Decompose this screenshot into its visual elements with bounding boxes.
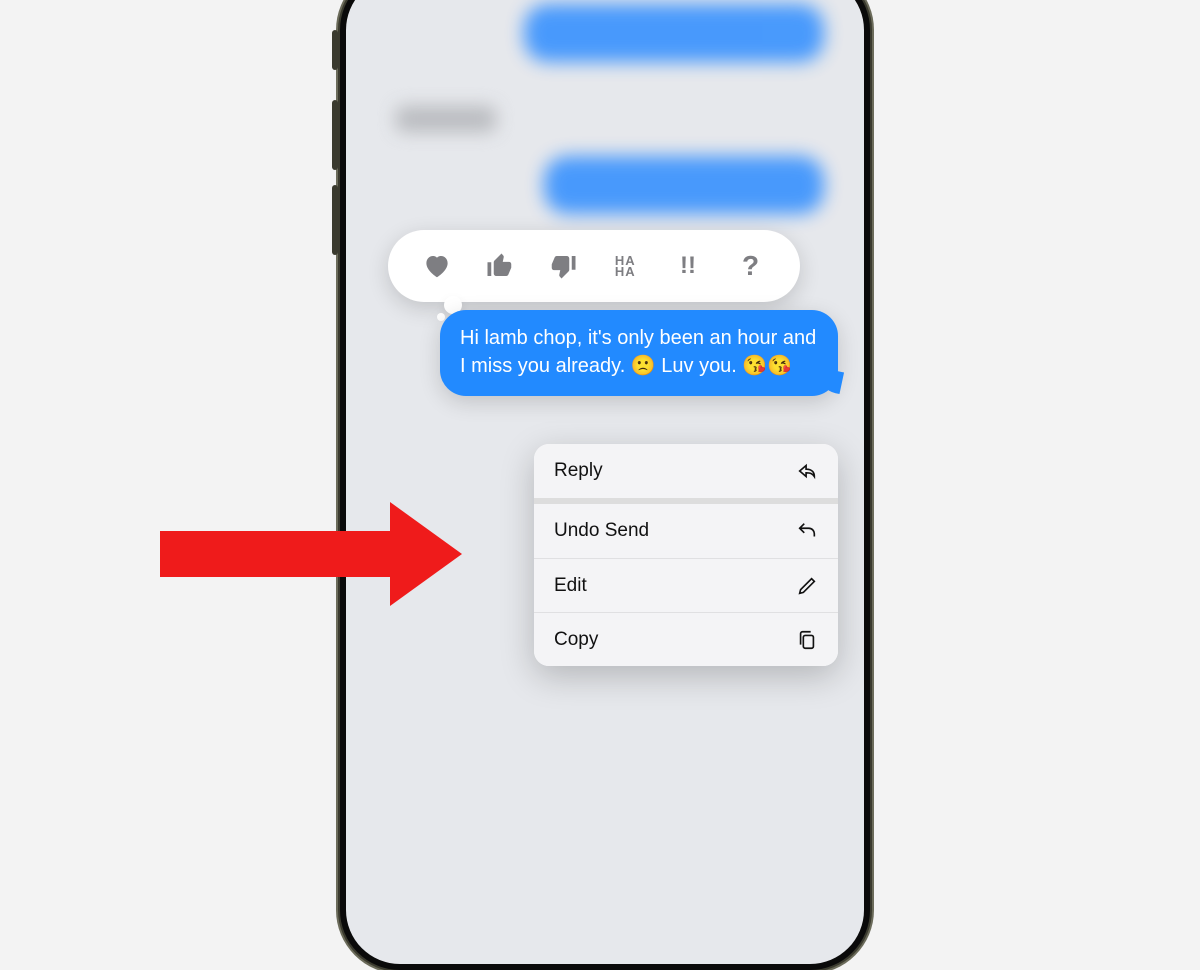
bubble-tail bbox=[818, 368, 844, 394]
copy-button[interactable]: Copy bbox=[534, 612, 838, 666]
reply-label: Reply bbox=[554, 460, 603, 482]
exclaim-text: !! bbox=[680, 252, 696, 280]
thumbs-down-icon[interactable] bbox=[542, 245, 584, 287]
haha-text-bottom: HA bbox=[615, 264, 636, 279]
question-icon[interactable]: ? bbox=[730, 245, 772, 287]
undo-send-button[interactable]: Undo Send bbox=[534, 504, 838, 558]
haha-icon[interactable]: HAHA bbox=[604, 245, 646, 287]
blurred-timestamp bbox=[396, 106, 496, 132]
volume-up-button bbox=[332, 100, 338, 170]
annotation-arrow bbox=[160, 502, 462, 606]
question-text: ? bbox=[742, 250, 759, 282]
mute-switch bbox=[332, 30, 338, 70]
arrow-shaft bbox=[160, 531, 390, 577]
exclaim-icon[interactable]: !! bbox=[667, 245, 709, 287]
pencil-icon bbox=[796, 575, 818, 597]
context-menu: Reply Undo Send Edit Copy bbox=[534, 444, 838, 666]
undo-icon bbox=[796, 520, 818, 542]
reply-button[interactable]: Reply bbox=[534, 444, 838, 498]
thumbs-up-icon[interactable] bbox=[479, 245, 521, 287]
message-bubble[interactable]: Hi lamb chop, it's only been an hour and… bbox=[440, 310, 838, 396]
heart-icon[interactable] bbox=[416, 245, 458, 287]
copy-icon bbox=[796, 629, 818, 651]
volume-down-button bbox=[332, 185, 338, 255]
phone-screen: HAHA !! ? Hi lamb chop, it's only been a… bbox=[346, 0, 864, 964]
copy-label: Copy bbox=[554, 629, 598, 651]
undo-send-label: Undo Send bbox=[554, 520, 649, 542]
arrow-head-icon bbox=[390, 502, 462, 606]
blurred-message-bubble bbox=[544, 156, 824, 214]
tapback-bar: HAHA !! ? bbox=[388, 230, 800, 302]
blurred-message-bubble bbox=[524, 4, 824, 62]
phone-frame: HAHA !! ? Hi lamb chop, it's only been a… bbox=[340, 0, 870, 970]
reply-icon bbox=[796, 460, 818, 482]
edit-label: Edit bbox=[554, 575, 587, 597]
edit-button[interactable]: Edit bbox=[534, 558, 838, 612]
message-text: Hi lamb chop, it's only been an hour and… bbox=[460, 327, 816, 377]
